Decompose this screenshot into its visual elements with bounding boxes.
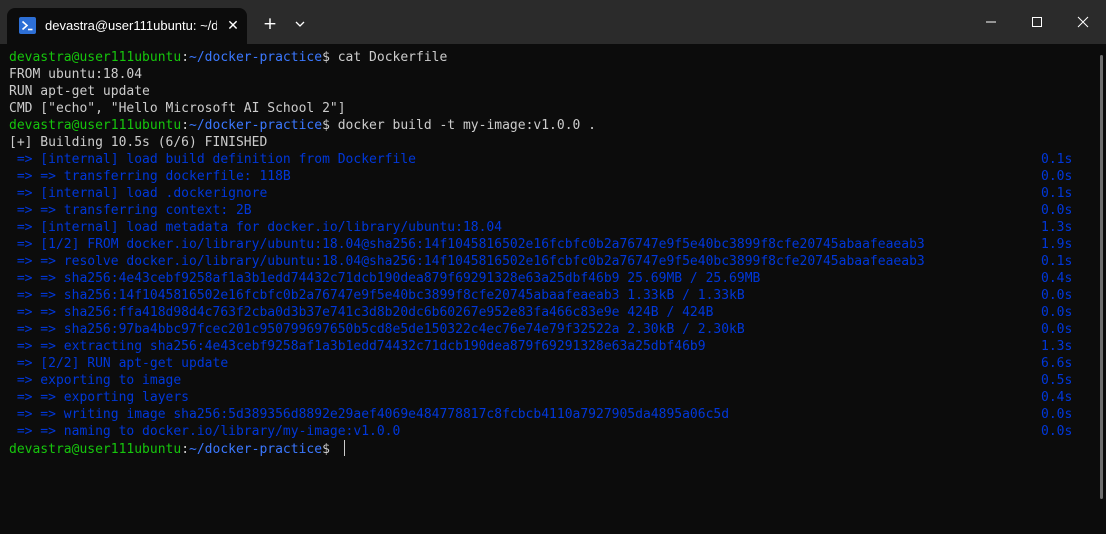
prompt-colon: :: [181, 50, 190, 65]
build-step-time: 0.0s: [1041, 203, 1073, 218]
output-line: RUN apt-get update: [9, 84, 150, 99]
build-step-line: => => sha256:4e43cebf9258af1a3b1edd74432…: [9, 270, 1079, 287]
command-text: docker build -t my-image:v1.0.0 .: [329, 118, 597, 133]
build-step-time: 0.4s: [1041, 271, 1073, 286]
close-window-button[interactable]: [1060, 0, 1106, 44]
build-step-line: => => transferring dockerfile: 118B 0.0s: [9, 168, 1079, 185]
prompt-path: ~/docker-practice: [189, 442, 323, 457]
build-step-time: 0.0s: [1041, 305, 1073, 320]
build-step-time: 0.5s: [1041, 373, 1073, 388]
build-step-text: => => writing image sha256:5d389356d8892…: [9, 407, 730, 422]
build-step-line: => [internal] load build definition from…: [9, 151, 1079, 168]
build-step-text: => => sha256:14f1045816502e16fcbfc0b2a76…: [9, 288, 745, 303]
build-step-text: => => naming to docker.io/library/my-ima…: [9, 424, 401, 439]
build-step-line: => => extracting sha256:4e43cebf9258af1a…: [9, 338, 1079, 355]
build-step-time: 0.0s: [1041, 169, 1073, 184]
build-step-text: => [1/2] FROM docker.io/library/ubuntu:1…: [9, 237, 925, 252]
build-step-text: => => exporting layers: [9, 390, 190, 405]
build-step-time: 0.1s: [1041, 186, 1073, 201]
build-step-text: => => transferring dockerfile: 118B: [9, 169, 291, 184]
prompt-path: ~/docker-practice: [189, 50, 323, 65]
build-step-time: 0.0s: [1041, 424, 1073, 439]
build-step-time: 0.4s: [1041, 390, 1073, 405]
terminal-output[interactable]: devastra@user111ubuntu:~/docker-practice…: [9, 49, 1079, 457]
build-step-text: => => sha256:4e43cebf9258af1a3b1edd74432…: [9, 271, 761, 286]
build-step-text: => => sha256:ffa418d98d4c763f2cba0d3b37e…: [9, 305, 714, 320]
build-step-time: 1.9s: [1041, 237, 1073, 252]
build-step-line: => [internal] load metadata for docker.i…: [9, 219, 1079, 236]
close-icon: [1077, 16, 1089, 28]
scrollbar[interactable]: [1100, 55, 1103, 499]
maximize-icon: [1032, 17, 1042, 27]
prompt-colon: :: [181, 118, 190, 133]
build-step-time: 0.0s: [1041, 288, 1073, 303]
build-step-text: => => extracting sha256:4e43cebf9258af1a…: [9, 339, 706, 354]
build-step-text: => => transferring context: 2B: [9, 203, 252, 218]
output-line: [+] Building 10.5s (6/6) FINISHED: [9, 135, 268, 150]
build-step-line: => => sha256:ffa418d98d4c763f2cba0d3b37e…: [9, 304, 1079, 321]
output-line: FROM ubuntu:18.04: [9, 67, 143, 82]
build-step-time: 0.0s: [1041, 407, 1073, 422]
build-step-line: => [2/2] RUN apt-get update 6.6s: [9, 355, 1079, 372]
build-step-line: => exporting to image 0.5s: [9, 372, 1079, 389]
build-step-line: => => sha256:97ba4bbc97fcec201c950799697…: [9, 321, 1079, 338]
prompt-user: devastra@user111ubuntu: [9, 442, 182, 457]
prompt-user: devastra@user111ubuntu: [9, 118, 182, 133]
build-step-text: => => sha256:97ba4bbc97fcec201c950799697…: [9, 322, 745, 337]
build-step-line: => => exporting layers 0.4s: [9, 389, 1079, 406]
build-step-text: => [internal] load build definition from…: [9, 152, 416, 167]
build-step-text: => exporting to image: [9, 373, 182, 388]
output-line: CMD ["echo", "Hello Microsoft AI School …: [9, 101, 346, 116]
title-bar: devastra@user111ubuntu: ~/do ✕ +: [0, 0, 1106, 44]
text-cursor: [343, 440, 345, 456]
prompt-symbol: $: [322, 442, 330, 457]
build-step-text: => [internal] load metadata for docker.i…: [9, 220, 503, 235]
build-step-text: => [2/2] RUN apt-get update: [9, 356, 229, 371]
prompt-path: ~/docker-practice: [189, 118, 323, 133]
prompt-line: devastra@user111ubuntu:~/docker-practice…: [9, 117, 1079, 134]
prompt-user: devastra@user111ubuntu: [9, 50, 182, 65]
build-step-time: 0.0s: [1041, 322, 1073, 337]
build-step-line: => => sha256:14f1045816502e16fcbfc0b2a76…: [9, 287, 1079, 304]
build-step-text: => [internal] load .dockerignore: [9, 186, 268, 201]
prompt-line: devastra@user111ubuntu:~/docker-practice…: [9, 440, 1079, 457]
command-text: cat Dockerfile: [329, 50, 448, 65]
tab-close-icon[interactable]: ✕: [223, 16, 243, 36]
build-step-time: 1.3s: [1041, 339, 1073, 354]
powershell-icon: [19, 17, 36, 34]
new-tab-button[interactable]: +: [257, 12, 283, 36]
prompt-colon: :: [181, 442, 190, 457]
prompt-symbol: $: [322, 50, 330, 65]
build-step-time: 1.3s: [1041, 220, 1073, 235]
chevron-down-icon[interactable]: [288, 13, 312, 35]
build-step-line: => => naming to docker.io/library/my-ima…: [9, 423, 1079, 440]
prompt-symbol: $: [322, 118, 330, 133]
build-step-line: => => writing image sha256:5d389356d8892…: [9, 406, 1079, 423]
build-step-time: 0.1s: [1041, 152, 1073, 167]
command-text: [330, 442, 338, 457]
build-step-line: => [internal] load .dockerignore 0.1s: [9, 185, 1079, 202]
build-step-time: 6.6s: [1041, 356, 1073, 371]
terminal-tab[interactable]: devastra@user111ubuntu: ~/do ✕: [7, 8, 247, 44]
build-step-line: => [1/2] FROM docker.io/library/ubuntu:1…: [9, 236, 1079, 253]
build-step-line: => => transferring context: 2B 0.0s: [9, 202, 1079, 219]
build-step-time: 0.1s: [1041, 254, 1073, 269]
tab-title: devastra@user111ubuntu: ~/do: [45, 18, 217, 33]
minimize-button[interactable]: [968, 0, 1014, 44]
maximize-button[interactable]: [1014, 0, 1060, 44]
prompt-line: devastra@user111ubuntu:~/docker-practice…: [9, 49, 1079, 66]
minimize-icon: [986, 21, 996, 23]
build-step-line: => => resolve docker.io/library/ubuntu:1…: [9, 253, 1079, 270]
build-step-text: => => resolve docker.io/library/ubuntu:1…: [9, 254, 925, 269]
